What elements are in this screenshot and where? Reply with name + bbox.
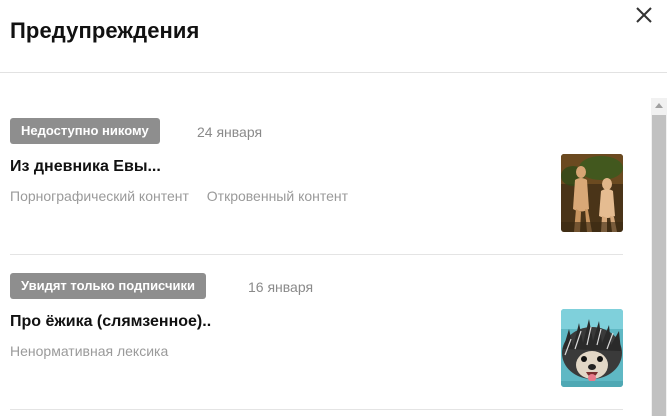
scroll-up-arrow-icon[interactable] [651, 98, 667, 114]
reason-tag: Откровенный контент [206, 188, 349, 204]
divider [10, 254, 623, 255]
reason-tag: Ненормативная лексика [10, 343, 169, 359]
list-item[interactable]: Недоступно никому 24 января Из дневника … [10, 118, 623, 232]
warnings-list: Недоступно никому 24 января Из дневника … [0, 74, 650, 416]
reason-list: Порнографический контент Откровенный кон… [10, 188, 362, 204]
close-icon[interactable] [633, 4, 655, 26]
item-date: 16 января [248, 279, 314, 295]
list-item[interactable]: Увидят только подписчики 16 января Про ё… [10, 273, 623, 387]
painting-thumbnail[interactable] [561, 154, 623, 232]
status-badge: Недоступно никому [10, 118, 160, 144]
post-title[interactable]: Из дневника Евы... [10, 158, 161, 176]
item-meta: Увидят только подписчики 16 января [10, 273, 623, 299]
item-date: 24 января [197, 124, 263, 140]
scrollbar[interactable] [651, 98, 667, 416]
divider [10, 409, 623, 410]
post-title[interactable]: Про ёжика (слямзенное).. [10, 313, 211, 331]
dialog-header: Предупреждения [0, 0, 667, 73]
item-meta: Недоступно никому 24 января [10, 118, 623, 144]
reason-list: Ненормативная лексика [10, 343, 182, 359]
dialog-title: Предупреждения [10, 18, 200, 43]
hedgehog-thumbnail[interactable] [561, 309, 623, 387]
scrollbar-thumb[interactable] [652, 115, 666, 416]
reason-tag: Порнографический контент [10, 188, 189, 204]
status-badge: Увидят только подписчики [10, 273, 206, 299]
